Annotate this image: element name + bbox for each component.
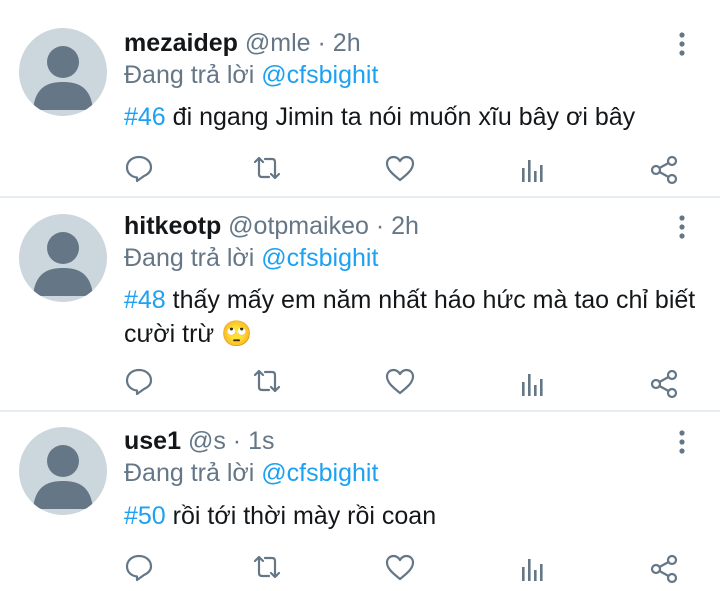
separator-dot: · [317,29,326,57]
timestamp[interactable]: 2h [391,212,419,240]
tweet-divider [0,410,720,412]
analytics-button[interactable] [515,551,551,587]
share-button[interactable] [646,366,682,402]
face-with-rolling-eyes-emoji: 🙄 [221,320,253,348]
more-options-button[interactable] [672,427,692,457]
user-handle[interactable]: @mle [245,29,311,57]
default-avatar-icon [33,232,93,296]
tweet-body-text: thấy mấy em năm nhất háo hức mà tao chỉ … [124,286,696,348]
tweet-body-text: đi ngang Jimin ta nói muốn xĩu bây ơi bâ… [165,103,636,131]
separator-dot: · [375,212,385,240]
timestamp[interactable]: 2h [333,29,361,57]
hashtag-link[interactable]: #46 [124,103,166,131]
retweet-icon [253,156,281,180]
user-handle[interactable]: @s [188,427,226,455]
more-options-button[interactable] [672,29,692,59]
reply-button[interactable] [121,150,157,186]
replying-to-label: Đang trả lời [124,61,255,89]
like-icon [385,155,415,182]
replying-to: Đang trả lời @cfsbighit [124,242,378,274]
share-icon [650,554,678,584]
analytics-icon [522,559,543,581]
default-avatar-icon [33,46,93,110]
tweet-text: #48 thấy mấy em năm nhất háo hức mà tao … [124,283,704,351]
display-name[interactable]: mezaidep [124,29,238,57]
tweet-body-text: rồi tới thời mày rồi coan [165,502,437,530]
reply-icon [125,155,153,183]
retweet-button[interactable] [249,150,285,186]
replying-to-label: Đang trả lời [124,244,255,272]
like-icon [385,368,415,395]
retweet-button[interactable] [249,363,285,399]
tweet-text: #46 đi ngang Jimin ta nói muốn xĩu bây ơ… [124,100,704,134]
more-vertical-icon [679,32,685,56]
replying-to-label: Đang trả lời [124,459,255,487]
default-avatar-icon [33,445,93,509]
replying-to: Đang trả lời @cfsbighit [124,457,378,489]
like-button[interactable] [382,150,418,186]
tweet-text: #50 rồi tới thời mày rồi coan [124,499,704,533]
share-button[interactable] [646,551,682,587]
tweet-header: hitkeotp @otpmaikeo · 2h [124,209,419,243]
hashtag-link[interactable]: #50 [124,502,166,530]
reply-icon [125,554,153,582]
avatar[interactable] [19,214,107,302]
replying-to-mention[interactable]: @cfsbighit [261,244,378,272]
display-name[interactable]: hitkeotp [124,212,221,240]
share-icon [650,155,678,185]
more-vertical-icon [679,215,685,239]
retweet-icon [253,555,281,579]
analytics-button[interactable] [515,152,551,188]
replying-to-mention[interactable]: @cfsbighit [261,459,378,487]
like-button[interactable] [382,549,418,585]
share-icon [650,369,678,399]
separator-dot: · [232,427,242,455]
tweet-divider [0,196,720,198]
like-button[interactable] [382,363,418,399]
analytics-button[interactable] [515,366,551,402]
timestamp[interactable]: 1s [248,427,274,455]
tweet-header: use1 @s · 1s [124,424,274,458]
retweet-icon [253,369,281,393]
share-button[interactable] [646,152,682,188]
reply-icon [125,368,153,396]
more-vertical-icon [679,430,685,454]
reply-button[interactable] [121,363,157,399]
like-icon [385,554,415,581]
replying-to-mention[interactable]: @cfsbighit [261,61,378,89]
display-name[interactable]: use1 [124,427,181,455]
replying-to: Đang trả lời @cfsbighit [124,59,378,91]
analytics-icon [522,374,543,396]
retweet-button[interactable] [249,549,285,585]
more-options-button[interactable] [672,212,692,242]
hashtag-link[interactable]: #48 [124,286,166,314]
reply-button[interactable] [121,549,157,585]
user-handle[interactable]: @otpmaikeo [228,212,369,240]
avatar[interactable] [19,28,107,116]
avatar[interactable] [19,427,107,515]
analytics-icon [522,160,543,182]
tweet-header: mezaidep @mle · 2h [124,26,361,60]
